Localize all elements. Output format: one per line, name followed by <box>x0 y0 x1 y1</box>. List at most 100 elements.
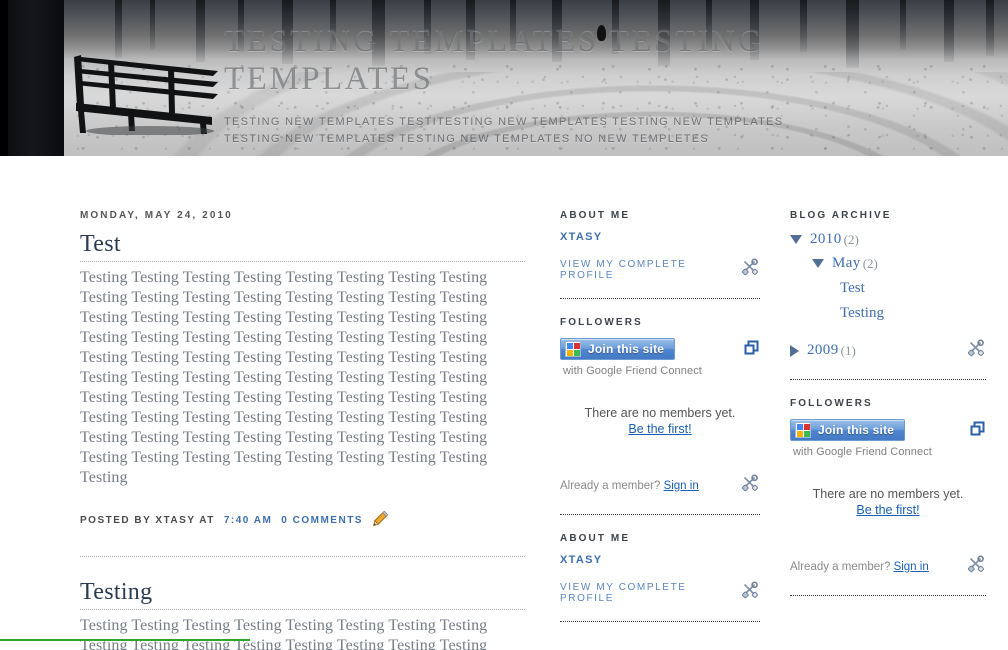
profile-link-row: VIEW MY COMPLETE PROFILE <box>560 257 760 282</box>
join-button-label: Join this site <box>588 342 665 356</box>
post-title-divider <box>80 261 525 262</box>
profile-link-row: VIEW MY COMPLETE PROFILE <box>560 580 760 605</box>
widget-blog-archive: BLOG ARCHIVE 2010 (2) May (2) Test Testi… <box>790 210 986 363</box>
blog-description-line-1: TESTING NEW TEMPLATES TESTITESTING NEW T… <box>224 116 784 128</box>
widget-followers: FOLLOWERS Join this site with Google Fri… <box>560 317 760 498</box>
join-row: Join this site with Google Friend Connec… <box>560 338 760 377</box>
widget-divider <box>560 621 760 622</box>
tools-icon[interactable] <box>740 580 760 605</box>
archive-year-2010[interactable]: 2010 (2) <box>790 231 986 248</box>
main-posts-column: MONDAY, MAY 24, 2010 Test Testing Testin… <box>80 210 525 650</box>
tools-icon[interactable] <box>740 257 760 282</box>
google-colors-icon <box>795 422 811 438</box>
join-row: Join this site with Google Friend Connec… <box>790 419 986 458</box>
post-author-label: POSTED BY XTASY AT <box>80 514 215 526</box>
followers-empty-state: There are no members yet. Be the first! <box>560 405 760 437</box>
post-time-link[interactable]: 7:40 AM <box>224 515 272 526</box>
widget-title-followers: FOLLOWERS <box>560 317 643 328</box>
widget-divider <box>790 595 986 596</box>
archive-year-2009[interactable]: 2009 (1) <box>790 342 856 359</box>
widget-title-about-me: ABOUT ME <box>560 210 631 221</box>
page-load-progress-bar <box>0 639 250 641</box>
followers-signin-row: Already a member? Sign in <box>790 554 986 579</box>
followers-signin-row: Already a member? Sign in <box>560 473 760 498</box>
already-member-text: Already a member? Sign in <box>790 561 929 573</box>
already-member-text: Already a member? Sign in <box>560 480 699 492</box>
profile-name[interactable]: XTASY <box>560 231 760 243</box>
already-member-label: Already a member? <box>560 479 661 492</box>
google-friend-connect-subtitle: with Google Friend Connect <box>563 365 702 377</box>
post-title[interactable]: Testing <box>80 579 525 605</box>
archive-year-count: (1) <box>840 342 856 358</box>
archive-year-count: (2) <box>843 231 859 247</box>
be-the-first-link[interactable]: Be the first! <box>628 422 691 436</box>
no-members-message: There are no members yet. <box>812 487 964 501</box>
archive-post-testing[interactable]: Testing <box>790 304 986 322</box>
profile-name[interactable]: XTASY <box>560 554 760 566</box>
archive-year-label[interactable]: 2009 <box>807 342 839 359</box>
google-friend-connect: Join this site with Google Friend Connec… <box>560 338 760 498</box>
archive-post-test[interactable]: Test <box>790 279 986 297</box>
google-friend-connect: Join this site with Google Friend Connec… <box>790 419 986 596</box>
archive-year-2009-row: 2009 (1) <box>790 338 986 363</box>
blog-description-line-2: TESTING NEW TEMPLATES TESTING NEW TEMPLA… <box>224 133 710 145</box>
blog-post: MONDAY, MAY 24, 2010 Test Testing Testin… <box>80 210 525 530</box>
sign-in-link[interactable]: Sign in <box>894 561 929 573</box>
middle-sidebar: ABOUT ME XTASY VIEW MY COMPLETE PROFILE <box>560 210 760 622</box>
blog-description: TESTING NEW TEMPLATES TESTITESTING NEW T… <box>224 114 924 148</box>
left-black-edge <box>0 0 8 156</box>
popout-window-icon[interactable] <box>970 421 986 442</box>
post-date: MONDAY, MAY 24, 2010 <box>80 210 233 221</box>
archive-month-label[interactable]: May <box>832 255 861 272</box>
widget-divider <box>790 379 986 380</box>
right-sidebar: BLOG ARCHIVE 2010 (2) May (2) Test Testi… <box>790 210 986 596</box>
widget-divider <box>560 298 760 299</box>
widget-divider <box>560 514 760 515</box>
post-title[interactable]: Test <box>80 231 525 257</box>
archive-post-label[interactable]: Testing <box>840 305 884 321</box>
tools-icon[interactable] <box>966 554 986 579</box>
park-bench-silhouette <box>72 55 222 135</box>
popout-window-icon[interactable] <box>744 340 760 361</box>
widget-followers: FOLLOWERS Join this site with Google Fri… <box>790 398 986 596</box>
view-complete-profile-link[interactable]: VIEW MY COMPLETE PROFILE <box>560 582 740 604</box>
post-body: Testing Testing Testing Testing Testing … <box>80 617 488 650</box>
archive-year-label[interactable]: 2010 <box>810 231 842 248</box>
blog-page: TESTING TEMPLATES TESTING TEMPLATES TEST… <box>0 0 1008 650</box>
chevron-right-icon[interactable] <box>790 344 799 357</box>
chevron-down-icon[interactable] <box>812 259 824 268</box>
archive-month-count: (2) <box>862 255 878 271</box>
pencil-icon[interactable] <box>372 510 389 530</box>
widget-title-about-me: ABOUT ME <box>560 533 631 544</box>
archive-month-may[interactable]: May (2) <box>790 255 986 272</box>
post-comments-link[interactable]: 0 COMMENTS <box>281 515 363 526</box>
blog-title: TESTING TEMPLATES TESTING TEMPLATES <box>224 23 764 97</box>
tools-icon[interactable] <box>966 338 986 363</box>
sign-in-link[interactable]: Sign in <box>664 480 699 492</box>
join-this-site-button[interactable]: Join this site <box>560 338 676 360</box>
join-this-site-button[interactable]: Join this site <box>790 419 906 441</box>
google-friend-connect-subtitle: with Google Friend Connect <box>793 446 932 458</box>
post-title-divider <box>80 609 525 610</box>
no-members-message: There are no members yet. <box>584 406 736 420</box>
be-the-first-link[interactable]: Be the first! <box>856 503 919 517</box>
archive-tree: 2010 (2) May (2) Test Testing 2009 (1) <box>790 231 986 363</box>
google-colors-icon <box>565 341 581 357</box>
archive-post-label[interactable]: Test <box>840 280 865 296</box>
widget-about-me: ABOUT ME XTASY VIEW MY COMPLETE PROFILE <box>560 533 760 622</box>
join-button-label: Join this site <box>818 423 895 437</box>
chevron-down-icon[interactable] <box>790 235 802 244</box>
widget-title-followers: FOLLOWERS <box>790 398 873 409</box>
view-complete-profile-link[interactable]: VIEW MY COMPLETE PROFILE <box>560 259 740 281</box>
already-member-label: Already a member? <box>790 560 891 573</box>
tools-icon[interactable] <box>740 473 760 498</box>
widget-about-me: ABOUT ME XTASY VIEW MY COMPLETE PROFILE <box>560 210 760 282</box>
widget-title-blog-archive: BLOG ARCHIVE <box>790 210 892 221</box>
blog-header-banner: TESTING TEMPLATES TESTING TEMPLATES TEST… <box>0 0 1008 156</box>
page-content: MONDAY, MAY 24, 2010 Test Testing Testin… <box>0 156 1008 650</box>
followers-empty-state: There are no members yet. Be the first! <box>790 486 986 518</box>
post-separator <box>80 556 525 557</box>
post-body: Testing Testing Testing Testing Testing … <box>80 269 488 486</box>
header-text-overlay: TESTING TEMPLATES TESTING TEMPLATES TEST… <box>224 22 924 148</box>
tree-trunk-silhouette <box>6 0 64 156</box>
